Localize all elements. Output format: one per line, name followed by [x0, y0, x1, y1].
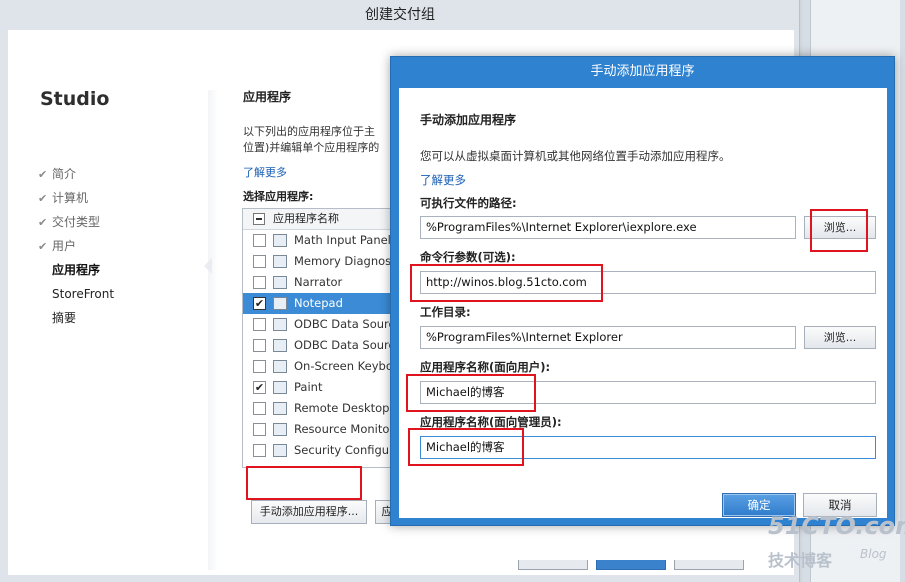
learn-more-link[interactable]: 了解更多 [243, 164, 287, 180]
app-icon [273, 234, 287, 247]
step-users[interactable]: ✔ 用户 [38, 234, 114, 258]
checkbox[interactable] [253, 234, 266, 247]
dialog-learn-more-link[interactable]: 了解更多 [420, 172, 466, 188]
checkbox[interactable] [253, 423, 266, 436]
list-item[interactable]: ✔ Notepad [243, 293, 391, 314]
workdir-label: 工作目录: [420, 305, 471, 319]
list-item[interactable]: ✔ Paint [243, 377, 391, 398]
checkmark-icon: ✔ [38, 240, 48, 253]
checkmark-icon: ✔ [38, 216, 48, 229]
add-manually-button[interactable]: 手动添加应用程序... [251, 500, 367, 524]
app-icon [273, 423, 287, 436]
list-item[interactable]: Security Configuration [243, 440, 391, 461]
highlight-args [410, 264, 603, 302]
app-icon [273, 318, 287, 331]
app-icon [273, 360, 287, 373]
step-delivery-type[interactable]: ✔ 交付类型 [38, 210, 114, 234]
checkbox[interactable] [253, 402, 266, 415]
user-app-name-label: 应用程序名称(面向用户): [420, 360, 551, 374]
app-icon [273, 255, 287, 268]
checkbox[interactable] [253, 318, 266, 331]
highlight-add-manual [246, 466, 362, 500]
application-rows: Math Input PanelMemory DiagnosticsNarrat… [243, 230, 391, 461]
highlight-browse [810, 209, 868, 252]
app-icon [273, 297, 287, 310]
section-title: 应用程序 [243, 90, 292, 104]
highlight-user-name [406, 374, 536, 412]
exe-path-input[interactable]: %ProgramFiles%\Internet Explorer\iexplor… [420, 216, 796, 239]
dialog-heading: 手动添加应用程序 [420, 113, 517, 127]
step-divider [208, 90, 218, 570]
checkmark-icon: ✔ [38, 192, 48, 205]
watermark-logo: 51CTO.com [768, 512, 905, 540]
list-item[interactable]: Memory Diagnostics [243, 251, 391, 272]
list-item[interactable]: Math Input Panel [243, 230, 391, 251]
section-description: 以下列出的应用程序位于主 位置)并编辑单个应用程序的 [243, 125, 380, 154]
list-item[interactable]: Remote Desktop [243, 398, 391, 419]
checkbox[interactable] [253, 339, 266, 352]
back-button-edge[interactable] [518, 560, 588, 570]
step-summary[interactable]: 摘要 [38, 306, 114, 330]
next-button-edge[interactable] [596, 560, 666, 570]
list-item[interactable]: Narrator [243, 272, 391, 293]
step-applications[interactable]: 应用程序 [38, 258, 114, 282]
cancel-button-edge[interactable] [674, 560, 744, 570]
choose-apps-label: 选择应用程序: [243, 190, 314, 203]
dialog-description: 您可以从虚拟桌面计算机或其他网络位置手动添加应用程序。 [420, 149, 731, 163]
checkmark-icon: ✔ [38, 168, 48, 181]
app-icon [273, 276, 287, 289]
step-storefront[interactable]: StoreFront [38, 282, 114, 306]
checked-checkbox[interactable]: ✔ [253, 297, 266, 310]
watermark-blog: Blog [860, 547, 887, 561]
workdir-input[interactable]: %ProgramFiles%\Internet Explorer [420, 326, 796, 349]
step-intro[interactable]: ✔ 简介 [38, 162, 114, 186]
checkbox[interactable] [253, 276, 266, 289]
checkbox[interactable] [253, 444, 266, 457]
wizard-steps: ✔ 简介 ✔ 计算机 ✔ 交付类型 ✔ 用户 应用程序 StoreFront 摘要 [38, 162, 114, 330]
step-machines[interactable]: ✔ 计算机 [38, 186, 114, 210]
exe-path-label: 可执行文件的路径: [420, 196, 517, 210]
window-title: 创建交付组 [365, 7, 435, 23]
list-item[interactable]: On-Screen Keyboard [243, 356, 391, 377]
list-item[interactable]: ODBC Data Sources [243, 335, 391, 356]
list-header: 应用程序名称 [243, 209, 391, 230]
select-all-checkbox[interactable] [253, 213, 265, 225]
checkbox[interactable] [253, 360, 266, 373]
args-label: 命令行参数(可选): [420, 250, 516, 264]
checkbox[interactable] [253, 255, 266, 268]
active-step-pointer [204, 258, 212, 274]
app-icon [273, 339, 287, 352]
checked-checkbox[interactable]: ✔ [253, 381, 266, 394]
list-item[interactable]: ODBC Data Sources [243, 314, 391, 335]
dialog-title: 手动添加应用程序 [590, 64, 695, 79]
list-item[interactable]: Resource Monitor [243, 419, 391, 440]
browse-workdir-button[interactable]: 浏览... [804, 326, 876, 349]
app-icon [273, 381, 287, 394]
app-icon [273, 444, 287, 457]
application-list[interactable]: 应用程序名称 Math Input PanelMemory Diagnostic… [242, 208, 392, 468]
product-name: Studio [40, 88, 110, 110]
highlight-admin-name [408, 428, 524, 466]
app-icon [273, 402, 287, 415]
watermark-subtitle: 技术博客 [768, 551, 833, 570]
